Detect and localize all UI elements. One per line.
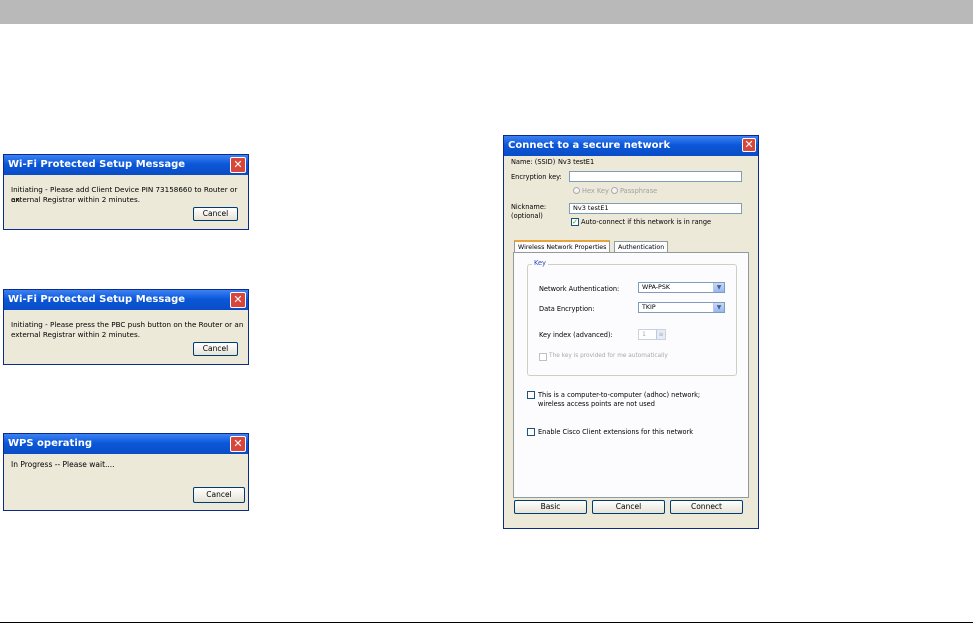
cancel-button[interactable]: Cancel <box>193 487 245 503</box>
ssid-label: Name: (SSID) <box>511 158 556 166</box>
network-authentication-select[interactable]: WPA-PSK ▼ <box>638 282 725 293</box>
dialog-message-line1: Initiating - Please press the PBC push b… <box>11 320 244 329</box>
wps-pbc-dialog: Wi-Fi Protected Setup Message ✕ Initiati… <box>3 289 249 365</box>
nickname-label: Nickname: <box>511 203 547 211</box>
key-auto-checkbox[interactable] <box>539 353 547 361</box>
close-icon[interactable]: ✕ <box>230 157 246 173</box>
close-icon[interactable]: ✕ <box>230 436 246 452</box>
dialog-title: WPS operating <box>4 434 248 454</box>
autoconnect-checkbox[interactable]: ✓ <box>571 218 579 226</box>
key-auto-label: The key is provided for me automatically <box>549 353 668 359</box>
adhoc-checkbox[interactable] <box>527 391 535 399</box>
stepper-icon: ≡ <box>656 330 665 339</box>
network-authentication-value: WPA-PSK <box>642 284 670 291</box>
basic-button[interactable]: Basic <box>514 500 587 514</box>
cancel-button[interactable]: Cancel <box>592 500 665 514</box>
key-group-label: Key <box>532 259 548 267</box>
hex-key-label: Hex Key <box>582 187 609 195</box>
cancel-button[interactable]: Cancel <box>193 207 238 221</box>
wps-operating-dialog: WPS operating ✕ In Progress -- Please wa… <box>3 433 249 511</box>
dialog-message-line2: external Registrar within 2 minutes. <box>11 195 140 204</box>
dialog-message-line2: external Registrar within 2 minutes. <box>11 330 140 339</box>
key-index-value: 1 <box>642 331 647 338</box>
nickname-input[interactable]: Nv3 testE1 <box>569 203 742 214</box>
dialog-title: Wi-Fi Protected Setup Message <box>4 290 248 310</box>
cancel-button[interactable]: Cancel <box>193 342 238 356</box>
dialog-message: In Progress -- Please wait.... <box>11 460 115 469</box>
chevron-down-icon: ▼ <box>713 283 724 292</box>
passphrase-radio[interactable] <box>611 187 618 194</box>
dialog-title: Connect to a secure network <box>504 136 758 156</box>
ssid-value: Nv3 testE1 <box>558 158 595 166</box>
connect-button[interactable]: Connect <box>670 500 743 514</box>
tab-wireless-network-properties[interactable]: Wireless Network Properties <box>514 240 611 252</box>
key-index-stepper[interactable]: 1 ≡ <box>638 329 666 340</box>
encryption-key-input[interactable] <box>569 171 742 182</box>
key-index-label: Key index (advanced): <box>539 331 613 339</box>
chevron-down-icon: ▼ <box>713 303 724 312</box>
network-authentication-label: Network Authentication: <box>539 285 620 293</box>
footer-rule <box>0 622 973 623</box>
passphrase-label: Passphrase <box>620 187 658 195</box>
close-icon[interactable]: ✕ <box>742 138 756 152</box>
data-encryption-label: Data Encryption: <box>539 305 595 313</box>
key-group <box>527 264 737 376</box>
tab-panel: Key Network Authentication: WPA-PSK ▼ Da… <box>513 252 749 498</box>
encryption-key-label: Encryption key: <box>511 173 562 181</box>
dialog-title: Wi-Fi Protected Setup Message <box>4 155 248 175</box>
adhoc-label-line1: This is a computer-to-computer (adhoc) n… <box>538 391 701 399</box>
header-bar <box>0 0 973 24</box>
adhoc-label-line2: wireless access points are not used <box>538 400 655 408</box>
nickname-optional-label: (optional) <box>511 212 543 220</box>
hex-key-radio[interactable] <box>573 187 580 194</box>
wps-pin-dialog: Wi-Fi Protected Setup Message ✕ Initiati… <box>3 154 249 230</box>
cisco-label: Enable Cisco Client extensions for this … <box>538 428 694 436</box>
connect-secure-network-dialog: Connect to a secure network ✕ Name: (SSI… <box>503 135 759 529</box>
close-icon[interactable]: ✕ <box>230 292 246 308</box>
cisco-checkbox[interactable] <box>527 428 535 436</box>
data-encryption-select[interactable]: TKIP ▼ <box>638 302 725 313</box>
autoconnect-label: Auto-connect if this network is in range <box>581 218 712 226</box>
data-encryption-value: TKIP <box>642 304 656 311</box>
